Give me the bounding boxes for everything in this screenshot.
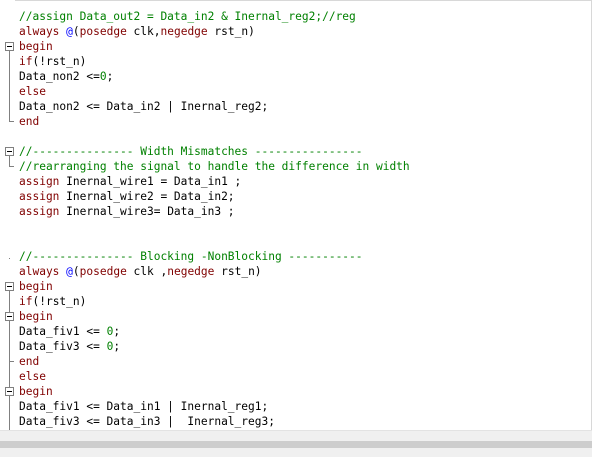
code-token: //assign Data_out2 = Data_in2 & Inernal_… xyxy=(19,10,356,23)
code-line[interactable]: Data_fiv3 <= 0; xyxy=(19,339,410,354)
code-token: Data_fiv1 <= xyxy=(19,325,107,338)
code-token: //--------------- Width Mismatches -----… xyxy=(19,145,363,158)
code-token: Data_non2 <= Data_in2 | Inernal_reg2; xyxy=(19,100,269,113)
fold-collapse-icon[interactable] xyxy=(5,282,14,291)
code-editor[interactable]: //assign Data_out2 = Data_in2 & Inernal_… xyxy=(0,0,592,430)
code-line[interactable]: //--------------- Blocking -NonBlocking … xyxy=(19,249,410,264)
code-token: if xyxy=(19,295,33,308)
code-token: rst_n) xyxy=(214,265,262,278)
code-token: @ xyxy=(59,265,73,278)
code-line[interactable]: end xyxy=(19,354,410,369)
code-token: end xyxy=(19,355,40,368)
code-token: ; xyxy=(113,325,121,338)
code-token: assign xyxy=(19,205,60,218)
horizontal-scrollbar[interactable] xyxy=(0,430,592,457)
code-token: Data_fiv3 <= xyxy=(19,340,107,353)
code-token: ( xyxy=(72,25,80,38)
code-line[interactable]: Data_non2 <= Data_in2 | Inernal_reg2; xyxy=(19,99,410,114)
code-line[interactable]: else xyxy=(19,84,410,99)
code-line[interactable]: //--------------- Width Mismatches -----… xyxy=(19,144,410,159)
fold-gutter xyxy=(0,0,15,430)
code-line[interactable]: ​ xyxy=(19,129,410,144)
scrollbar-thumb[interactable] xyxy=(0,441,592,448)
code-token: posedge xyxy=(79,25,127,38)
code-token: always xyxy=(19,265,60,278)
fold-collapse-icon[interactable] xyxy=(5,387,14,396)
code-token: 0 xyxy=(99,70,107,83)
code-token: //--------------- Blocking -NonBlocking … xyxy=(19,250,363,263)
code-line[interactable]: assign Inernal_wire2 = Data_in2; xyxy=(19,189,410,204)
code-line[interactable]: //rearranging the signal to handle the d… xyxy=(19,159,410,174)
code-line[interactable]: always @(posedge clk,negedge rst_n) xyxy=(19,24,410,39)
code-token: //rearranging the signal to handle the d… xyxy=(19,160,410,173)
code-token: else xyxy=(19,370,46,383)
code-line[interactable]: always @(posedge clk ,negedge rst_n) xyxy=(19,264,410,279)
fold-collapse-icon[interactable] xyxy=(5,312,14,321)
code-token: clk , xyxy=(126,265,168,278)
code-token: negedge xyxy=(160,25,208,38)
code-line[interactable]: begin xyxy=(19,39,410,54)
code-token: begin xyxy=(19,280,53,293)
code-token: begin xyxy=(19,385,53,398)
fold-collapse-icon[interactable] xyxy=(5,42,14,51)
code-line[interactable]: Data_non2 <=0; xyxy=(19,69,410,84)
code-token: negedge xyxy=(167,265,215,278)
fold-line xyxy=(9,156,10,166)
fold-line xyxy=(9,258,10,259)
fold-collapse-icon[interactable] xyxy=(5,147,14,156)
code-token: Data_fiv3 <= Data_in3 | Inernal_reg3; xyxy=(19,415,275,428)
fold-end-tick xyxy=(9,361,14,362)
code-token: begin xyxy=(19,40,53,53)
fold-end-tick xyxy=(9,166,14,167)
code-token: ( xyxy=(72,265,80,278)
code-token: Inernal_wire2 = Data_in2; xyxy=(59,190,235,203)
code-token: if xyxy=(19,55,33,68)
code-line[interactable]: //assign Data_out2 = Data_in2 & Inernal_… xyxy=(19,9,410,24)
code-token: begin xyxy=(19,310,53,323)
code-token: end xyxy=(19,115,40,128)
code-line[interactable]: if(!rst_n) xyxy=(19,294,410,309)
code-token: @ xyxy=(59,25,73,38)
code-line[interactable]: Data_fiv1 <= 0; xyxy=(19,324,410,339)
code-line[interactable]: begin xyxy=(19,279,410,294)
code-line[interactable]: begin xyxy=(19,309,410,324)
code-token: (!rst_n) xyxy=(32,295,87,308)
code-line[interactable]: Data_fiv3 <= Data_in3 | Inernal_reg3; xyxy=(19,414,410,429)
code-line[interactable]: assign Inernal_wire3= Data_in3 ; xyxy=(19,204,410,219)
code-line[interactable]: assign Inernal_wire1 = Data_in1 ; xyxy=(19,174,410,189)
code-text[interactable]: //assign Data_out2 = Data_in2 & Inernal_… xyxy=(19,9,410,429)
code-line[interactable]: if(!rst_n) xyxy=(19,54,410,69)
code-token: Inernal_wire3= Data_in3 ; xyxy=(59,205,235,218)
code-token: posedge xyxy=(79,265,127,278)
code-line[interactable]: ​ xyxy=(19,234,410,249)
code-token: Data_fiv1 <= Data_in1 | Inernal_reg1; xyxy=(19,400,269,413)
code-token: rst_n) xyxy=(207,25,255,38)
code-token: assign xyxy=(19,175,60,188)
code-line[interactable]: Data_fiv1 <= Data_in1 | Inernal_reg1; xyxy=(19,399,410,414)
code-token: clk, xyxy=(126,25,161,38)
editor-top-border xyxy=(0,0,592,1)
code-line[interactable]: end xyxy=(19,114,410,129)
code-token: always xyxy=(19,25,60,38)
code-token: else xyxy=(19,85,46,98)
code-line[interactable]: else xyxy=(19,369,410,384)
code-token: ; xyxy=(113,340,121,353)
fold-line xyxy=(9,51,10,121)
code-token: Data_non2 <= xyxy=(19,70,100,83)
code-token: ; xyxy=(106,70,114,83)
code-token: (!rst_n) xyxy=(32,55,87,68)
code-token: Inernal_wire1 = Data_in1 ; xyxy=(59,175,242,188)
code-line[interactable]: ​ xyxy=(19,219,410,234)
code-token: assign xyxy=(19,190,60,203)
code-line[interactable]: begin xyxy=(19,384,410,399)
fold-end-tick xyxy=(9,121,14,122)
